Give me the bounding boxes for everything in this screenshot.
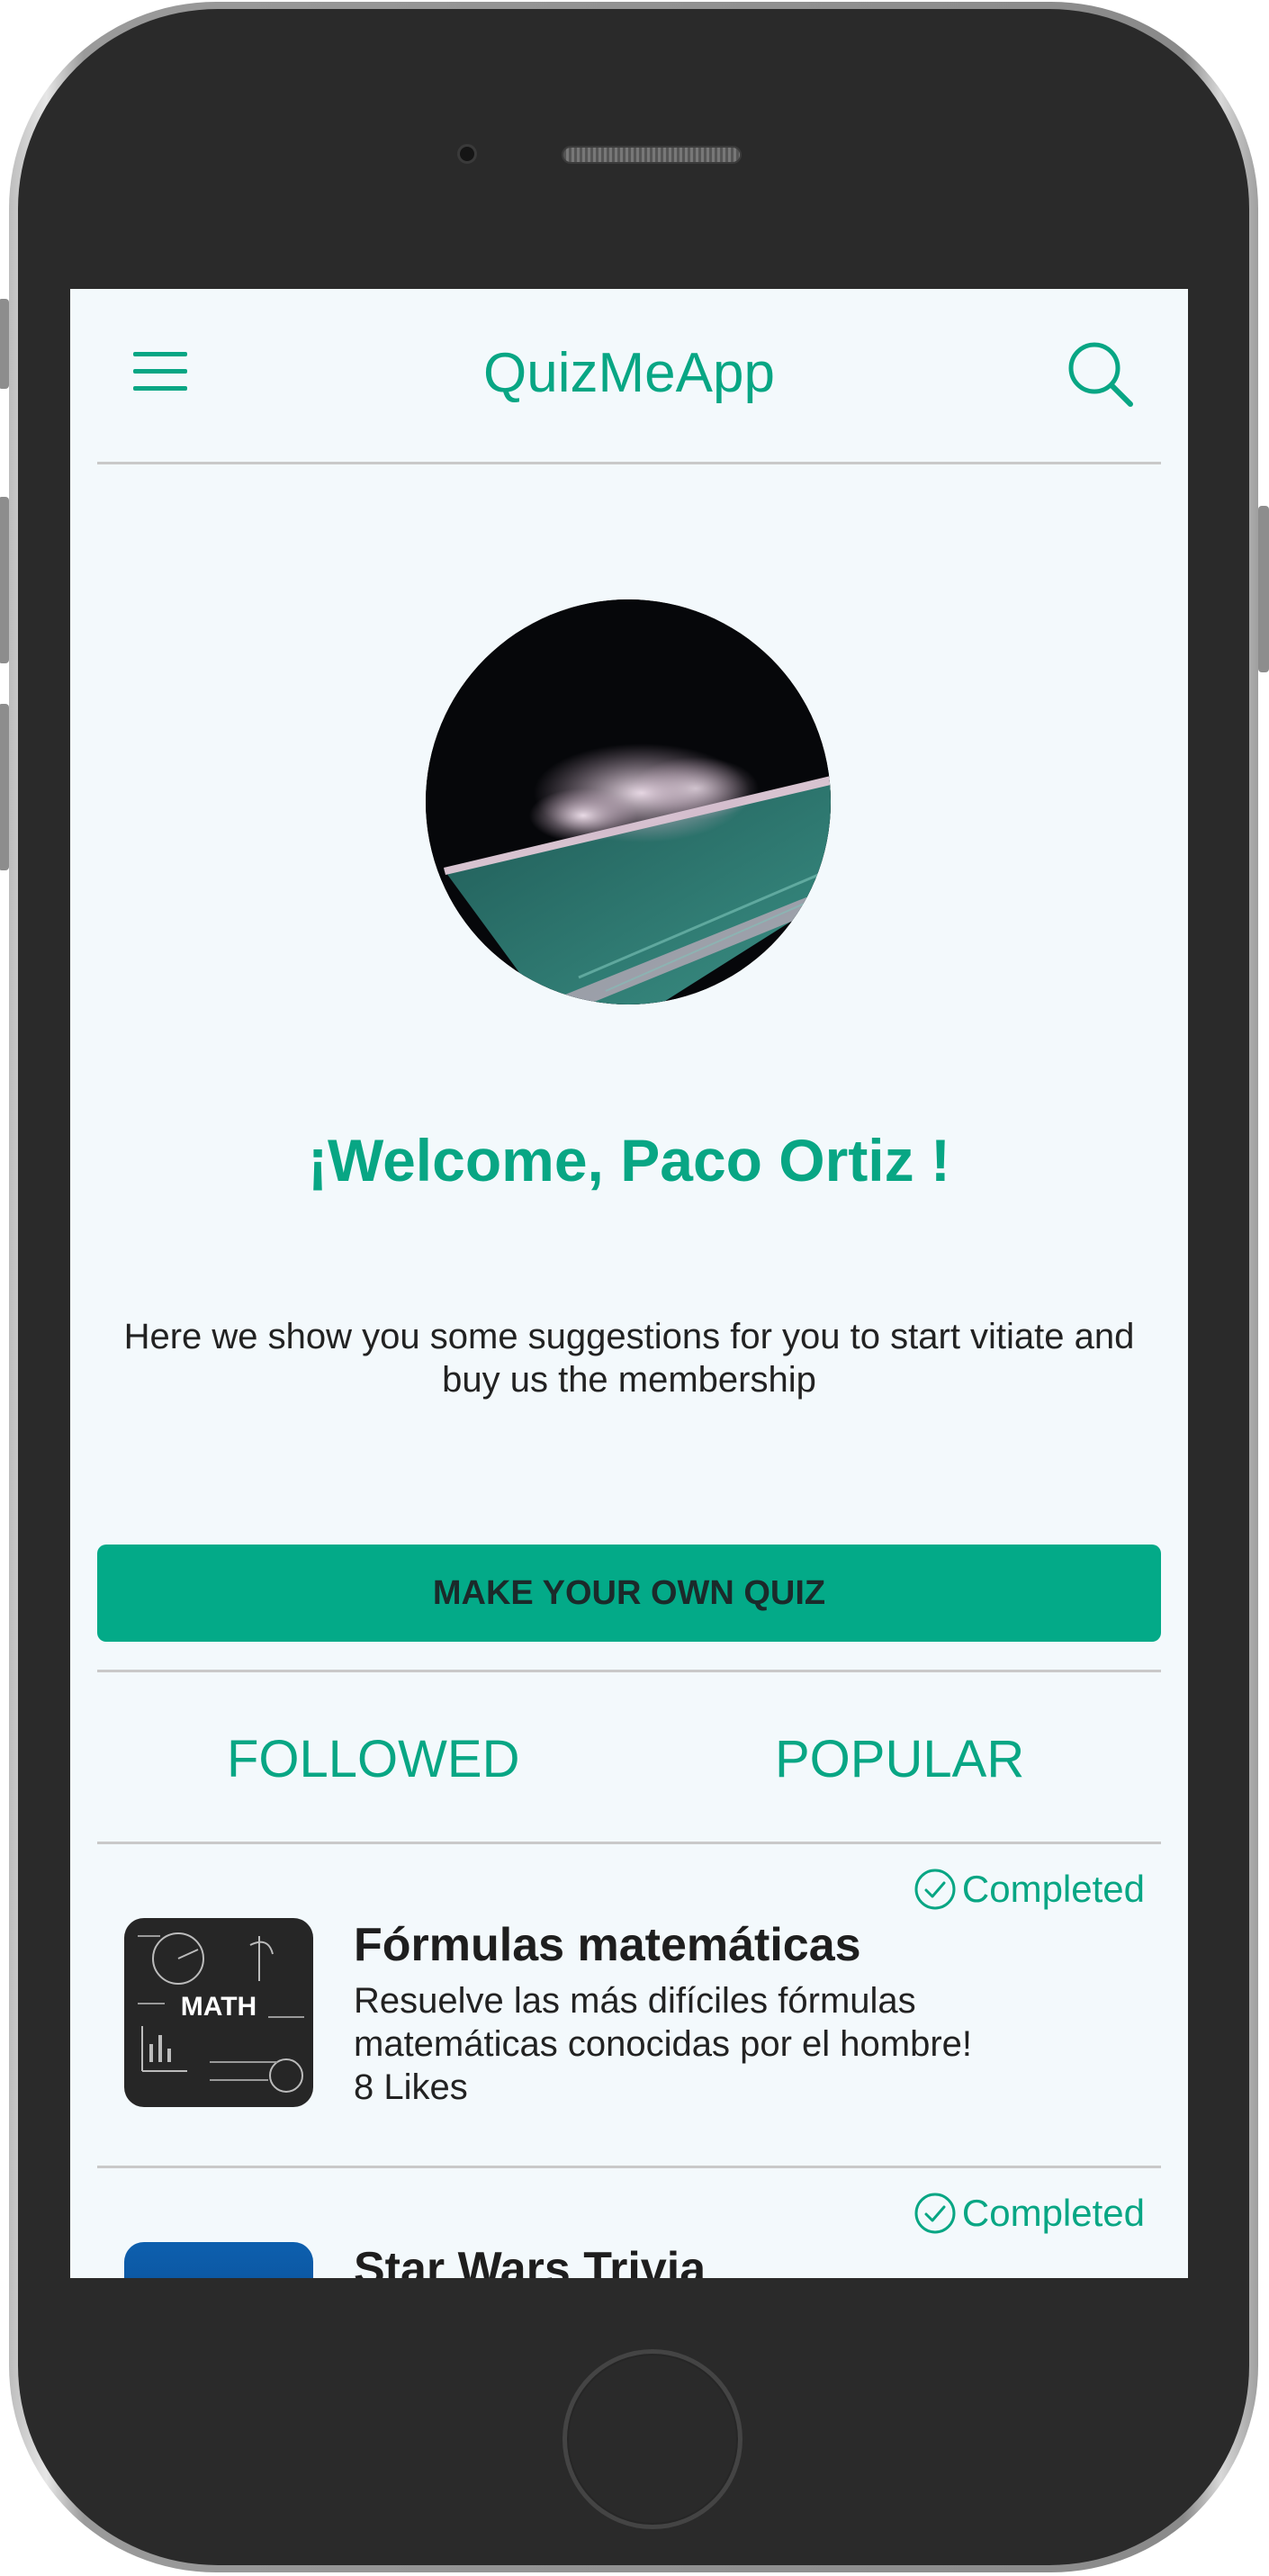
thumbnail-label: MATH (180, 1992, 257, 2022)
search-icon[interactable] (1066, 339, 1134, 408)
quiz-thumbnail: MATH (124, 1918, 313, 2107)
quiz-likes: 8 Likes (354, 2067, 468, 2107)
app-title: QuizMeApp (483, 342, 775, 404)
mute-switch (0, 299, 9, 389)
top-app-bar: QuizMeApp (97, 289, 1161, 464)
quiz-title: Star Wars Trivia (354, 2243, 706, 2278)
power-button (1258, 506, 1269, 672)
welcome-heading: ¡Welcome, Paco Ortiz ! (308, 1127, 950, 1193)
volume-up-button (0, 497, 9, 663)
quiz-list-item[interactable]: Completed Star Wars Trivia (97, 2168, 1161, 2278)
quiz-description: Resuelve las más difíciles fórmulas mate… (354, 1981, 972, 2064)
completed-status: Completed (914, 2188, 1145, 2238)
home-button[interactable] (562, 2349, 742, 2529)
quiz-title: Fórmulas matemáticas (354, 1919, 861, 1971)
intro-text: Here we show you some suggestions for yo… (123, 1317, 1135, 1400)
status-label: Completed (961, 2192, 1145, 2234)
tab-followed[interactable]: FOLLOWED (227, 1729, 520, 1789)
quiz-thumbnail (124, 2242, 313, 2278)
earpiece-speaker (562, 146, 742, 164)
tab-popular[interactable]: POPULAR (775, 1729, 1024, 1789)
check-circle-icon (914, 1869, 956, 1910)
volume-down-button (0, 704, 9, 870)
status-label: Completed (961, 1868, 1145, 1910)
profile-avatar (426, 599, 831, 1004)
quiz-list-item[interactable]: Completed MATH Fórmulas matemáticas Resu… (97, 1844, 1161, 2168)
make-your-own-quiz-button[interactable]: MAKE YOUR OWN QUIZ (97, 1545, 1161, 1642)
front-camera (457, 144, 477, 164)
divider (97, 1670, 1161, 1672)
check-circle-icon (914, 2193, 956, 2234)
app-screen: QuizMeApp ¡Welcome, Paco Ortiz ! Here we… (70, 289, 1188, 2278)
completed-status: Completed (914, 1864, 1145, 1914)
